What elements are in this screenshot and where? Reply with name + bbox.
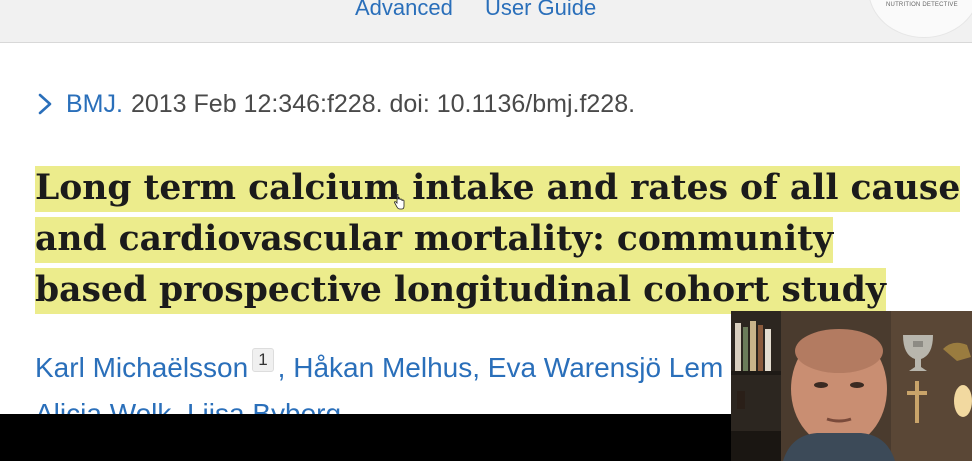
citation-line: BMJ. 2013 Feb 12:346:f228. doi: 10.1136/… — [36, 88, 635, 120]
title-line-1: Long term calcium intake and rates of al… — [35, 166, 961, 212]
pubmed-article-page: Advanced User Guide NUTRITION DETECTIVE … — [0, 0, 972, 461]
journal-link[interactable]: BMJ. — [66, 90, 123, 119]
author-separator: , — [277, 352, 294, 383]
user-guide-link[interactable]: User Guide — [485, 0, 596, 21]
title-line-2: and cardiovascular mortality: community — [35, 217, 834, 263]
channel-logo-text: NUTRITION DETECTIVE — [886, 2, 958, 8]
article-title: Long term calcium intake and rates of al… — [35, 163, 961, 316]
author-link[interactable]: Karl Michaëlsson — [35, 352, 248, 383]
affiliation-badge[interactable]: 1 — [252, 348, 274, 372]
author-separator: , — [472, 352, 488, 383]
presenter-webcam-overlay — [731, 311, 972, 461]
top-navigation-bar: Advanced User Guide — [0, 0, 972, 43]
author-list: Karl Michaëlsson 1, Håkan Melhus, Eva War… — [35, 348, 723, 384]
author-link[interactable]: Håkan Melhus — [293, 352, 472, 383]
title-line-3: based prospective longitudinal cohort st… — [35, 268, 886, 314]
citation-details: 2013 Feb 12:346:f228. doi: 10.1136/bmj.f… — [130, 89, 636, 118]
author-link[interactable]: Eva Warensjö Lem — [488, 352, 724, 383]
hand-cursor-icon — [393, 193, 405, 210]
advanced-search-link[interactable]: Advanced — [355, 0, 453, 21]
chevron-right-icon[interactable] — [36, 92, 54, 116]
